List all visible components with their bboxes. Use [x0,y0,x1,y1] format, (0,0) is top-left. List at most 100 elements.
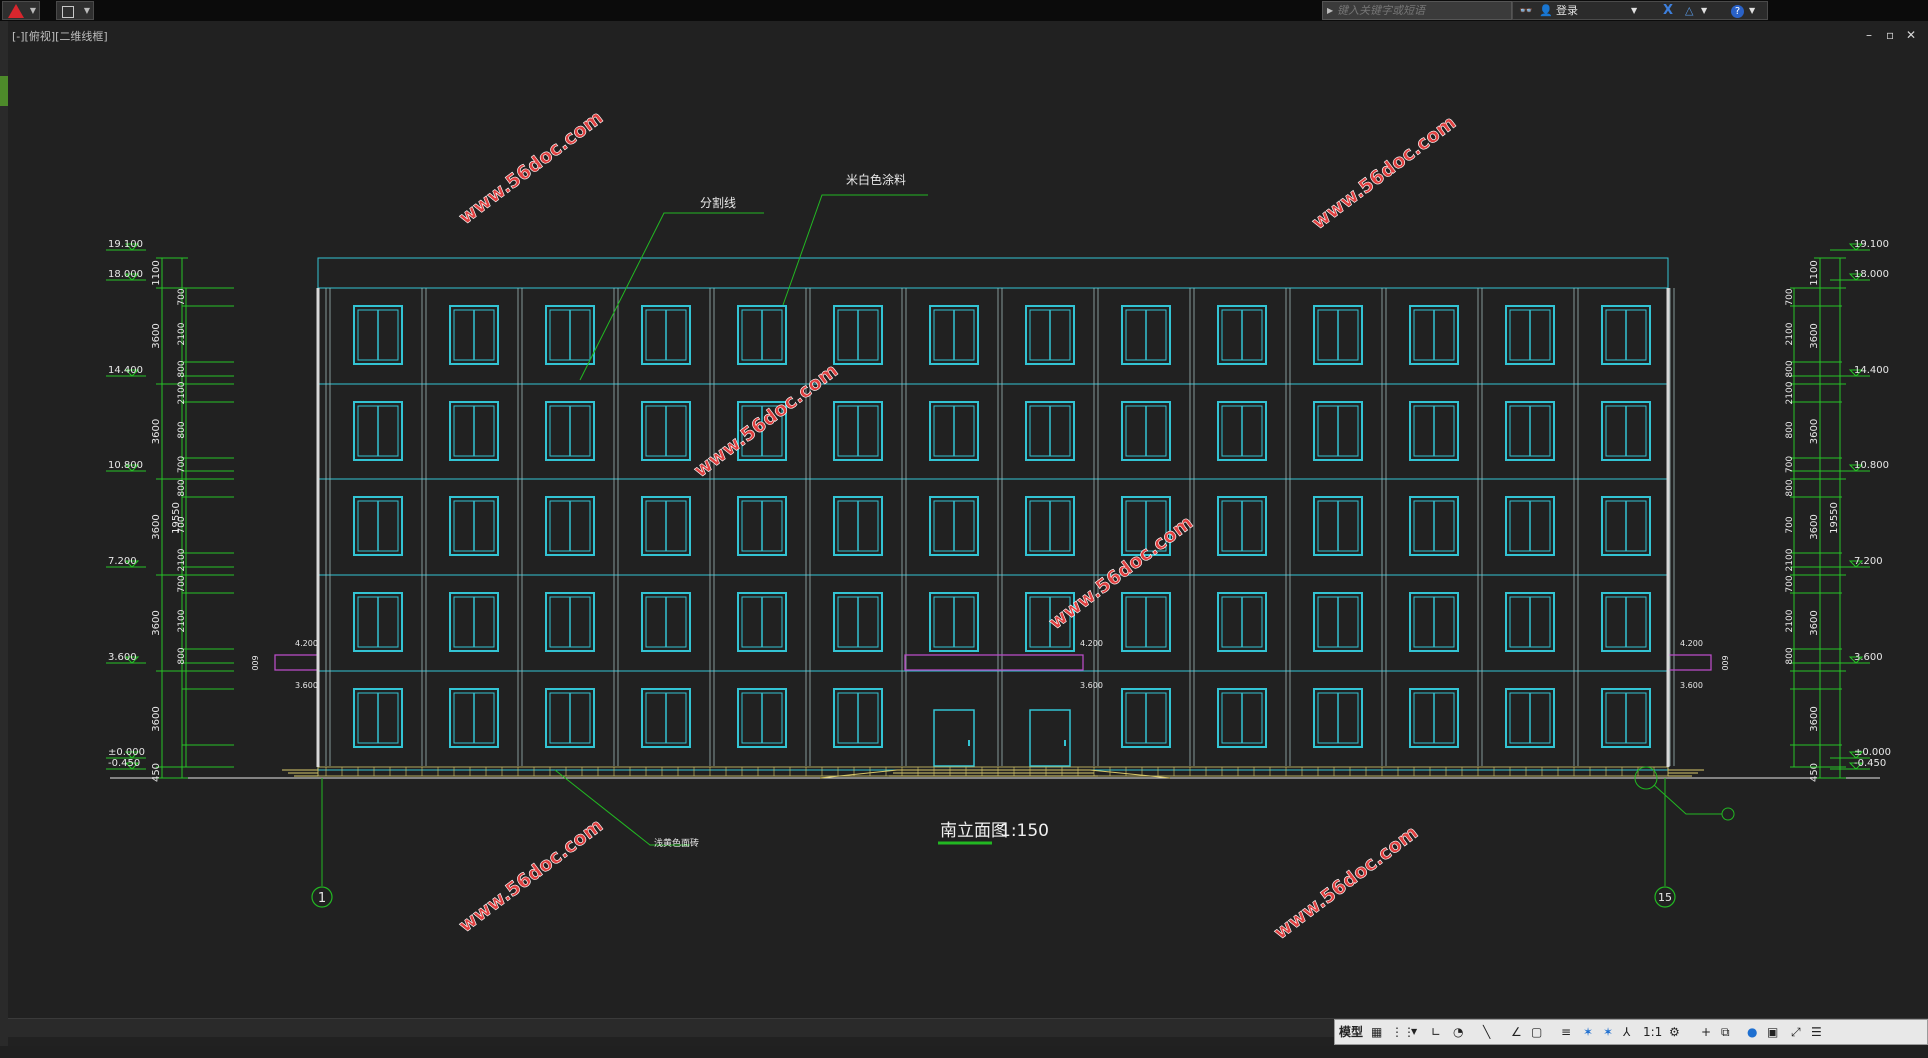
ramp-line [819,769,898,779]
callout-base-note: 浅黄色面砖 [654,837,699,849]
clean-screen-icon[interactable]: ▣ [1767,1023,1778,1041]
entrance-canopy [904,654,1084,671]
plus-icon[interactable]: + [1701,1023,1711,1041]
dim-text-inner: 700 [177,456,187,473]
elevation-label: 7.200 [108,556,137,567]
dim-text-inner: 800 [1785,360,1795,377]
canopy-level-top: 4.200 [295,639,318,648]
leader-line [579,212,764,381]
lineweight-icon[interactable]: ≡ [1561,1023,1571,1041]
elevation-label: 18.000 [108,269,143,280]
drawing-title: 南立面图 [940,821,1008,841]
annotation-visibility-icon[interactable]: ✶ [1583,1023,1593,1041]
dim-text-inner: 800 [1785,479,1795,496]
dim-text-inner: 700 [1785,516,1795,533]
dim-text-outer: 1100 [1809,260,1820,285]
elevation-label: 3.600 [1854,652,1883,663]
callout-white-paint: 米白色涂料 [846,172,906,187]
dim-text-outer: 3600 [1809,323,1820,348]
elevation-label: 10.800 [1854,460,1889,471]
elevation-label: 19.100 [1854,239,1889,250]
dim-text-inner: 800 [1785,647,1795,664]
dim-text-inner: 800 [1785,421,1795,438]
chevron-down-icon[interactable]: ▼ [1411,1023,1417,1041]
dim-text-outer: 3600 [151,419,162,444]
elevation-label: -0.450 [1854,758,1886,769]
dim-text-outer: 450 [1809,763,1820,782]
elevation-label: 19.100 [108,239,143,250]
canopy-level-bottom: 3.600 [1680,681,1703,690]
elevation-label: ±0.000 [108,747,145,758]
dim-text-outer: 3600 [151,323,162,348]
elevation-label: 7.200 [1854,556,1883,567]
elevation-label: 3.600 [108,652,137,663]
bottom-edge [0,1046,1928,1058]
status-tray: 模型 ▦ ⋮⋮ ▼ ∟ ◔ ╲ ∠ ▢ ≡ ✶ ✶ ⅄ 1:1 ⚙ + ⧉ ● … [1334,1019,1928,1045]
elevation-label: -0.450 [108,758,140,769]
canopy-dim: 600 [1720,655,1729,670]
dim-text-inner: 2100 [1785,609,1795,632]
side-canopy-right [1667,654,1712,671]
dim-text-inner: 700 [1785,456,1795,473]
detail-index-bubble [1721,807,1735,821]
plinth [317,766,1669,777]
watermark-text: www.56doc.com [455,106,607,229]
canopy-level-bottom: 3.600 [295,681,318,690]
dim-text-total: 19550 [1829,502,1840,534]
fullscreen-icon[interactable]: ⤢ [1791,1023,1801,1041]
dim-text-inner: 2100 [1785,381,1795,404]
dim-text-outer: 450 [151,763,162,782]
canopy-level-bottom: 3.600 [1080,681,1103,690]
dim-text-inner: 700 [1785,575,1795,592]
dim-text-inner: 700 [1785,288,1795,305]
dim-text-inner: 800 [177,647,187,664]
dim-text-outer: 3600 [1809,514,1820,539]
dim-text-inner: 2100 [1785,548,1795,571]
dim-text-outer: 1100 [151,260,162,285]
watermark-text: www.56doc.com [690,359,842,482]
osnap-tracking-icon[interactable]: ╲ [1483,1023,1490,1041]
dim-text-inner: 2100 [177,381,187,404]
axis-label-right: 15 [1658,891,1672,904]
ortho-icon[interactable]: ∟ [1431,1023,1441,1041]
elevation-label: 10.800 [108,460,143,471]
dimensions: 19.100 18.000 14.400 10.800 7.200 3.600 ±0.000… [106,239,1891,782]
scale-dropdown[interactable]: 1:1 [1643,1023,1662,1041]
workspace-gear-icon[interactable]: ⚙ [1669,1023,1680,1041]
dim-text-inner: 800 [177,479,187,496]
dim-text-inner: 2100 [177,548,187,571]
canopy-level-top: 4.200 [1080,639,1103,648]
watermark-text: www.56doc.com [455,814,607,937]
axis-label-left: 1 [318,891,326,906]
dim-text-inner: 700 [177,516,187,533]
entrance-door [1029,709,1071,767]
annotation-scale-icon[interactable]: ⅄ [1623,1023,1630,1041]
dim-text-outer: 3600 [1809,706,1820,731]
isolate-icon[interactable]: ⧉ [1721,1023,1730,1041]
hardware-acceleration-icon[interactable]: ● [1747,1023,1757,1041]
grid-icon[interactable]: ▦ [1371,1023,1382,1041]
canopy-dim: 600 [250,655,259,670]
callout-divider-line: 分割线 [700,195,736,210]
watermark-text: www.56doc.com [1270,821,1422,944]
dim-text-inner: 2100 [177,322,187,345]
angle-icon[interactable]: ∠ [1511,1023,1522,1041]
dim-text-inner: 800 [177,421,187,438]
auto-scale-icon[interactable]: ✶ [1603,1023,1613,1041]
facade [110,257,1880,779]
elevation-label: 14.400 [108,365,143,376]
building-outline [317,257,1669,771]
polar-icon[interactable]: ◔ [1453,1023,1463,1041]
dim-text-inner: 700 [177,288,187,305]
model-space-button[interactable]: 模型 [1339,1023,1363,1041]
customize-menu-icon[interactable]: ☰ [1811,1023,1822,1041]
status-bar: 模型 ▦ ⋮⋮ ▼ ∟ ◔ ╲ ∠ ▢ ≡ ✶ ✶ ⅄ 1:1 ⚙ + ⧉ ● … [0,1018,1928,1058]
object-snap-icon[interactable]: ▢ [1531,1023,1542,1041]
dim-text-inner: 800 [177,360,187,377]
elevation-label: ±0.000 [1854,747,1891,758]
dim-text-inner: 2100 [1785,322,1795,345]
dim-text-outer: 3600 [151,706,162,731]
drawing-canvas[interactable]: 19.100 18.000 14.400 10.800 7.200 3.600 ±0.000… [0,0,1928,1018]
annotations: 分割线 米白色涂料浅黄色面砖 1 15 南立面图1:150 [311,172,1735,908]
dim-text-inner: 700 [177,575,187,592]
